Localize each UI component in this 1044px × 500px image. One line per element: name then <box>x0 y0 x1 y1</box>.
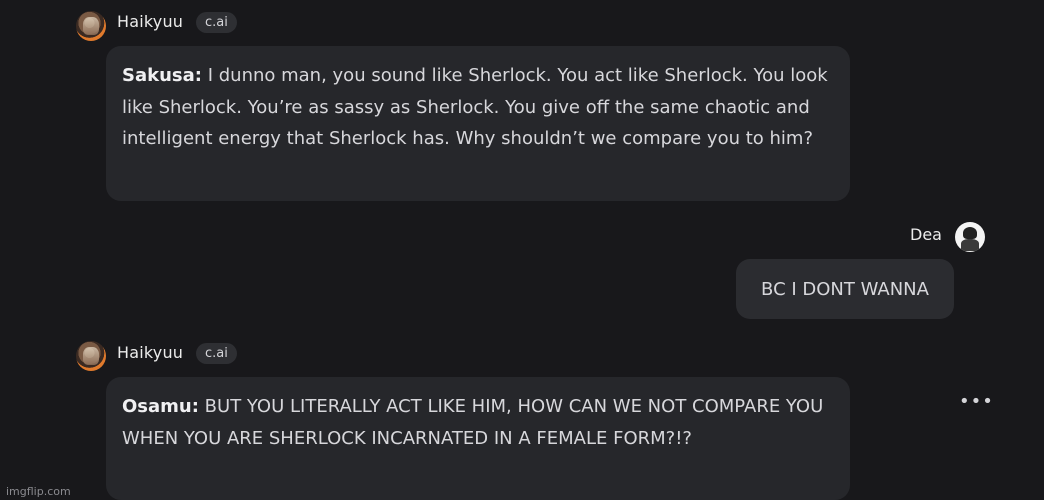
user-avatar[interactable] <box>955 222 985 252</box>
bot-name[interactable]: Haikyuu <box>117 343 183 362</box>
cai-badge: c.ai <box>196 12 237 33</box>
message-text: BC I DONT WANNA <box>761 278 929 300</box>
bot-avatar[interactable] <box>76 341 106 371</box>
message-speaker: Osamu: <box>122 396 199 417</box>
imgflip-watermark: imgflip.com <box>6 485 71 498</box>
message-text: BUT YOU LITERALLY ACT LIKE HIM, HOW CAN … <box>122 396 824 449</box>
user-name[interactable]: Dea <box>910 225 942 244</box>
message-speaker: Sakusa: <box>122 65 202 86</box>
bot-name[interactable]: Haikyuu <box>117 12 183 31</box>
bot-message-bubble: Osamu: BUT YOU LITERALLY ACT LIKE HIM, H… <box>106 377 850 500</box>
more-horizontal-icon[interactable]: ••• <box>959 393 994 411</box>
cai-badge: c.ai <box>196 343 237 364</box>
user-message-bubble: BC I DONT WANNA <box>736 259 954 319</box>
message-text: I dunno man, you sound like Sherlock. Yo… <box>122 65 828 149</box>
bot-avatar[interactable] <box>76 11 106 41</box>
bot-message-bubble: Sakusa: I dunno man, you sound like Sher… <box>106 46 850 201</box>
